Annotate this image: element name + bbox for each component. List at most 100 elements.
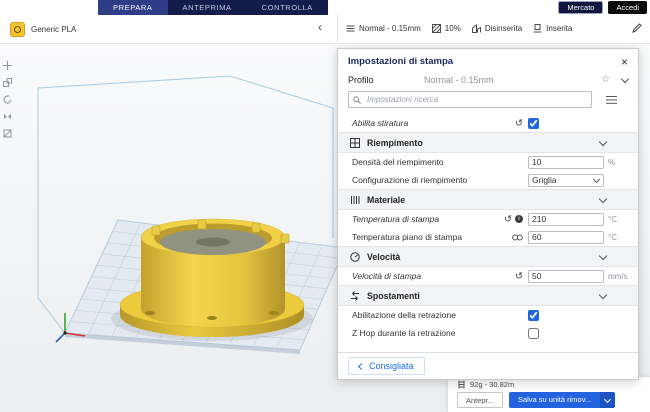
cura-window: PREPARA ANTEPRIMA CONTROLLA Mercato Acce… [0, 0, 650, 412]
setting-row-print-speed: Velocità di stampa ↺ mm/s [338, 267, 638, 285]
speed-section-icon [350, 252, 360, 262]
print-temp-input[interactable] [529, 214, 603, 224]
action-panel: 92g - 30.82m Antepr... Salva su unità ri… [447, 376, 650, 412]
collapse-chevron-icon[interactable] [599, 290, 607, 298]
collapse-chevron-icon[interactable] [599, 137, 607, 145]
settings-list: Abilita stiratura ↺ Riempimento Densità … [338, 114, 638, 352]
unit-label: °C [608, 215, 630, 224]
infill-section-icon [350, 138, 360, 148]
section-material[interactable]: Materiale [338, 189, 638, 210]
left-toolbar [0, 61, 15, 138]
section-travel[interactable]: Spostamenti [338, 285, 638, 306]
favorite-star-icon[interactable]: ☆ [601, 74, 610, 85]
profile-label: Profilo [348, 75, 418, 85]
setting-label: Temperatura di stampa [352, 214, 504, 224]
setting-label: Abilitazione della retrazione [352, 310, 528, 320]
action-buttons: Antepr... Salva su unità rimov... [457, 392, 644, 408]
tab-monitor[interactable]: CONTROLLA [247, 0, 328, 15]
adhesion-summary: Inserita [533, 24, 572, 33]
recommended-mode-button[interactable]: Consigliata [348, 357, 425, 375]
travel-section-icon [350, 291, 360, 301]
section-title: Velocità [367, 252, 400, 262]
unit-label: % [608, 158, 630, 167]
print-speed-input[interactable] [529, 271, 603, 281]
infill-summary: 10% [432, 24, 461, 33]
section-infill[interactable]: Riempimento [338, 132, 638, 153]
support-summary: Disinserita [472, 24, 522, 33]
bed-temp-input[interactable] [529, 232, 603, 242]
model-cylinder[interactable] [111, 219, 313, 341]
settings-search-input[interactable] [365, 94, 587, 105]
material-spool-icon [10, 22, 25, 37]
zhop-checkbox[interactable] [528, 328, 539, 339]
section-title: Spostamenti [367, 291, 420, 301]
setting-row-retraction: Abilitazione della retrazione [338, 306, 638, 324]
collapse-panel-icon[interactable]: ‹ [318, 20, 322, 34]
configuration-bar: Generic PLA ‹ Normal - 0.15mm 10% Disins… [0, 15, 650, 44]
profile-selector[interactable]: Profilo Normal - 0.15mm ☆ [338, 71, 638, 90]
material-section-icon [350, 195, 360, 205]
preview-button[interactable]: Antepr... [457, 392, 503, 408]
ironing-checkbox[interactable] [528, 118, 539, 129]
setting-row-print-temp: Temperatura di stampa ↺ i °C [338, 210, 638, 228]
pencil-icon [632, 23, 642, 33]
reset-icon[interactable]: ↺ [515, 119, 523, 128]
setting-label: Abilita stiratura [352, 118, 515, 128]
profile-dropdown-chevron-icon[interactable] [621, 74, 629, 82]
support-blocker-tool-icon[interactable] [3, 129, 12, 138]
mirror-tool-icon[interactable] [3, 112, 12, 121]
search-row [338, 90, 638, 114]
layers-icon [346, 24, 355, 33]
account-button[interactable]: Accedi [608, 1, 647, 14]
material-estimate-label: 92g - 30.82m [470, 380, 514, 389]
rotate-tool-icon[interactable] [3, 95, 12, 104]
collapse-chevron-icon[interactable] [599, 194, 607, 202]
material-label: Generic PLA [31, 25, 76, 34]
setting-row-infill-density: Densità del riempimento % [338, 153, 638, 171]
setting-label: Z Hop durante la retrazione [352, 328, 528, 338]
reset-icon[interactable]: ↺ [515, 272, 523, 281]
section-title: Materiale [367, 195, 405, 205]
panel-footer: Consigliata [338, 352, 638, 379]
profile-value: Normal - 0.15mm [424, 75, 595, 85]
infill-icon [432, 24, 441, 33]
scale-tool-icon[interactable] [3, 78, 12, 87]
setting-row-zhop: Z Hop durante la retrazione [338, 324, 638, 342]
edit-print-settings-button[interactable] [632, 23, 642, 35]
panel-title: Impostazioni di stampa [348, 56, 621, 67]
tab-preview[interactable]: ANTEPRIMA [168, 0, 247, 15]
close-icon[interactable]: × [621, 57, 628, 67]
setting-label: Velocità di stampa [352, 271, 515, 281]
profile-summary: Normal - 0.15mm [346, 24, 421, 33]
section-speed[interactable]: Velocità [338, 246, 638, 267]
infill-pattern-dropdown[interactable]: Griglia [528, 174, 604, 187]
info-icon[interactable]: i [515, 215, 523, 223]
topbar: PREPARA ANTEPRIMA CONTROLLA Mercato Acce… [0, 0, 650, 15]
adhesion-icon [533, 24, 542, 33]
save-options-chevron-icon[interactable] [600, 392, 615, 408]
link-icon[interactable] [512, 234, 523, 241]
section-title: Riempimento [367, 138, 423, 148]
save-to-removable-button[interactable]: Salva su unità rimov... [509, 392, 615, 408]
move-tool-icon[interactable] [3, 61, 12, 70]
search-icon [353, 96, 361, 104]
reset-icon[interactable]: ↺ [504, 215, 512, 224]
support-icon [472, 24, 481, 33]
marketplace-button[interactable]: Mercato [558, 1, 603, 14]
setting-row-infill-pattern: Configurazione di riempimento Griglia [338, 171, 638, 189]
unit-label: mm/s [608, 272, 630, 281]
print-estimate: 92g - 30.82m [457, 380, 644, 389]
collapse-chevron-icon[interactable] [599, 251, 607, 259]
setting-row-bed-temp: Temperatura piano di stampa °C [338, 228, 638, 246]
chevron-left-icon [358, 362, 365, 369]
print-settings-panel: Impostazioni di stampa × Profilo Normal … [337, 48, 639, 380]
unit-label: °C [608, 233, 630, 242]
settings-menu-icon[interactable] [606, 96, 617, 98]
printer-material-selector[interactable]: Generic PLA [10, 22, 76, 37]
print-setup-selector[interactable]: Normal - 0.15mm 10% Disinserita Inserita [337, 15, 650, 42]
panel-header: Impostazioni di stampa × [338, 49, 638, 71]
stage-tabs: PREPARA ANTEPRIMA CONTROLLA [98, 0, 328, 15]
retraction-checkbox[interactable] [528, 310, 539, 321]
infill-density-input[interactable] [529, 157, 603, 167]
tab-prepare[interactable]: PREPARA [98, 0, 168, 15]
